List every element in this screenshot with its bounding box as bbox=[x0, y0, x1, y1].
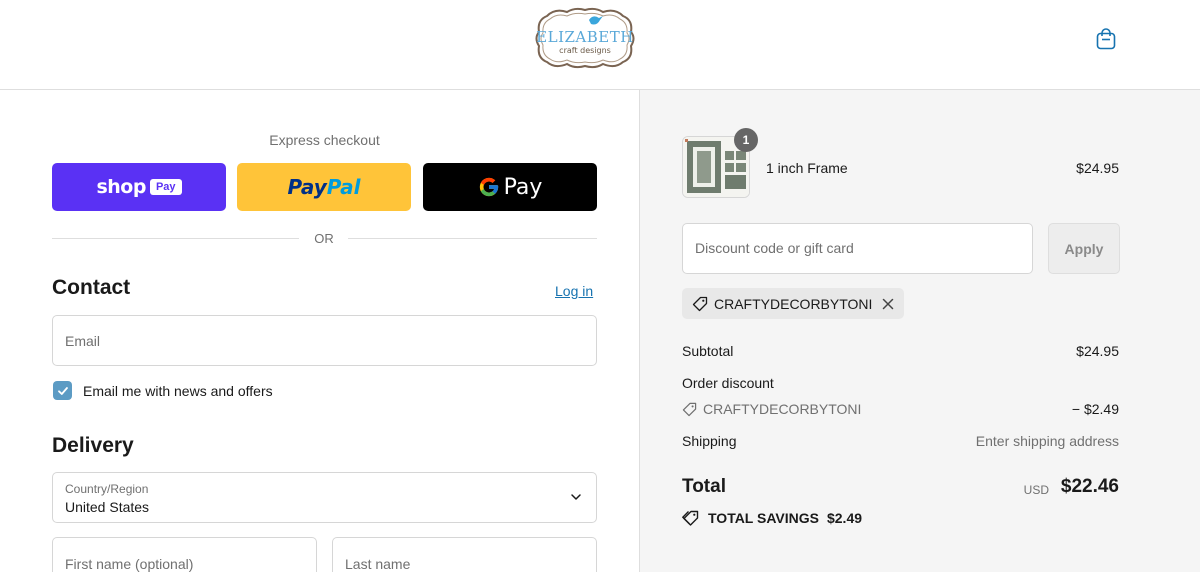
savings-tag-icon bbox=[682, 510, 699, 526]
checkout-form: Express checkout shop Pay PayPal Pay OR … bbox=[0, 90, 639, 572]
tag-icon bbox=[692, 296, 708, 311]
close-icon bbox=[883, 298, 894, 309]
paypal-part2: Pal bbox=[326, 175, 361, 199]
shop-pay-badge: Pay bbox=[149, 179, 182, 195]
shipping-label: Shipping bbox=[682, 433, 737, 449]
express-checkout-title: Express checkout bbox=[269, 132, 380, 148]
total-value: $22.46 bbox=[1060, 476, 1119, 497]
discount-code-input[interactable]: Discount code or gift card bbox=[682, 223, 1033, 274]
subtotal-label: Subtotal bbox=[682, 343, 734, 359]
total-savings: TOTAL SAVINGS $2.49 bbox=[682, 510, 862, 526]
login-link[interactable]: Log in bbox=[555, 283, 593, 299]
shop-pay-wordmark: shop bbox=[96, 176, 146, 198]
divider-right bbox=[348, 238, 597, 239]
paypal-part1: Pay bbox=[287, 175, 327, 199]
apply-discount-button[interactable]: Apply bbox=[1048, 223, 1120, 274]
or-divider-text: OR bbox=[314, 231, 334, 246]
logo-subtext: craft designs bbox=[559, 46, 611, 55]
brand-logo[interactable]: ELIZABETH craft designs bbox=[533, 6, 637, 70]
product-name: 1 inch Frame bbox=[766, 160, 848, 176]
paypal-button[interactable]: PayPal bbox=[237, 163, 411, 211]
product-price: $24.95 bbox=[1076, 160, 1119, 176]
order-discount-code: CRAFTYDECORBYTONI bbox=[682, 401, 861, 417]
header: ELIZABETH craft designs bbox=[0, 0, 1200, 90]
total-currency: USD bbox=[1023, 483, 1049, 497]
paypal-wordmark: PayPal bbox=[287, 175, 360, 199]
order-discount-code-text: CRAFTYDECORBYTONI bbox=[703, 401, 862, 417]
order-discount-label: Order discount bbox=[682, 375, 774, 391]
total-label: Total bbox=[682, 476, 726, 497]
shop-pay-button[interactable]: shop Pay bbox=[52, 163, 226, 211]
order-discount-value: − $2.49 bbox=[1071, 401, 1119, 417]
applied-discount-chip: CRAFTYDECORBYTONI bbox=[682, 288, 905, 319]
checkmark-icon bbox=[57, 386, 68, 395]
order-summary: 1 1 inch Frame $24.95 Discount code or g… bbox=[639, 90, 1200, 572]
google-pay-wordmark: Pay bbox=[478, 174, 543, 200]
email-placeholder: Email bbox=[65, 333, 101, 349]
shipping-value: Enter shipping address bbox=[975, 433, 1119, 449]
divider-left bbox=[52, 238, 299, 239]
google-g-icon bbox=[479, 177, 498, 197]
first-name-placeholder: First name (optional) bbox=[65, 556, 194, 572]
remove-discount-button[interactable] bbox=[882, 298, 894, 310]
newsletter-checkbox[interactable] bbox=[53, 381, 72, 400]
chevron-down-icon bbox=[571, 494, 581, 500]
subtotal-value: $24.95 bbox=[1076, 343, 1119, 359]
logo-text: ELIZABETH bbox=[536, 28, 634, 46]
google-pay-label: Pay bbox=[503, 174, 543, 200]
country-value: United States bbox=[65, 499, 150, 515]
last-name-field[interactable]: Last name bbox=[332, 537, 597, 572]
savings-value: $2.49 bbox=[826, 510, 863, 526]
applied-discount-code: CRAFTYDECORBYTONI bbox=[714, 295, 873, 312]
first-name-field[interactable]: First name (optional) bbox=[52, 537, 317, 572]
country-select[interactable]: Country/Region United States bbox=[52, 472, 597, 523]
shopping-bag-icon[interactable] bbox=[1094, 27, 1118, 51]
contact-heading: Contact bbox=[52, 276, 131, 299]
country-label: Country/Region bbox=[65, 482, 149, 496]
google-pay-button[interactable]: Pay bbox=[423, 163, 597, 211]
savings-label: TOTAL SAVINGS bbox=[708, 510, 819, 526]
discount-placeholder: Discount code or gift card bbox=[695, 240, 854, 256]
newsletter-label[interactable]: Email me with news and offers bbox=[83, 383, 273, 399]
delivery-heading: Delivery bbox=[52, 434, 134, 457]
quantity-badge: 1 bbox=[734, 128, 758, 152]
email-field[interactable]: Email bbox=[52, 315, 597, 366]
last-name-placeholder: Last name bbox=[345, 556, 411, 572]
tag-icon bbox=[682, 402, 697, 416]
